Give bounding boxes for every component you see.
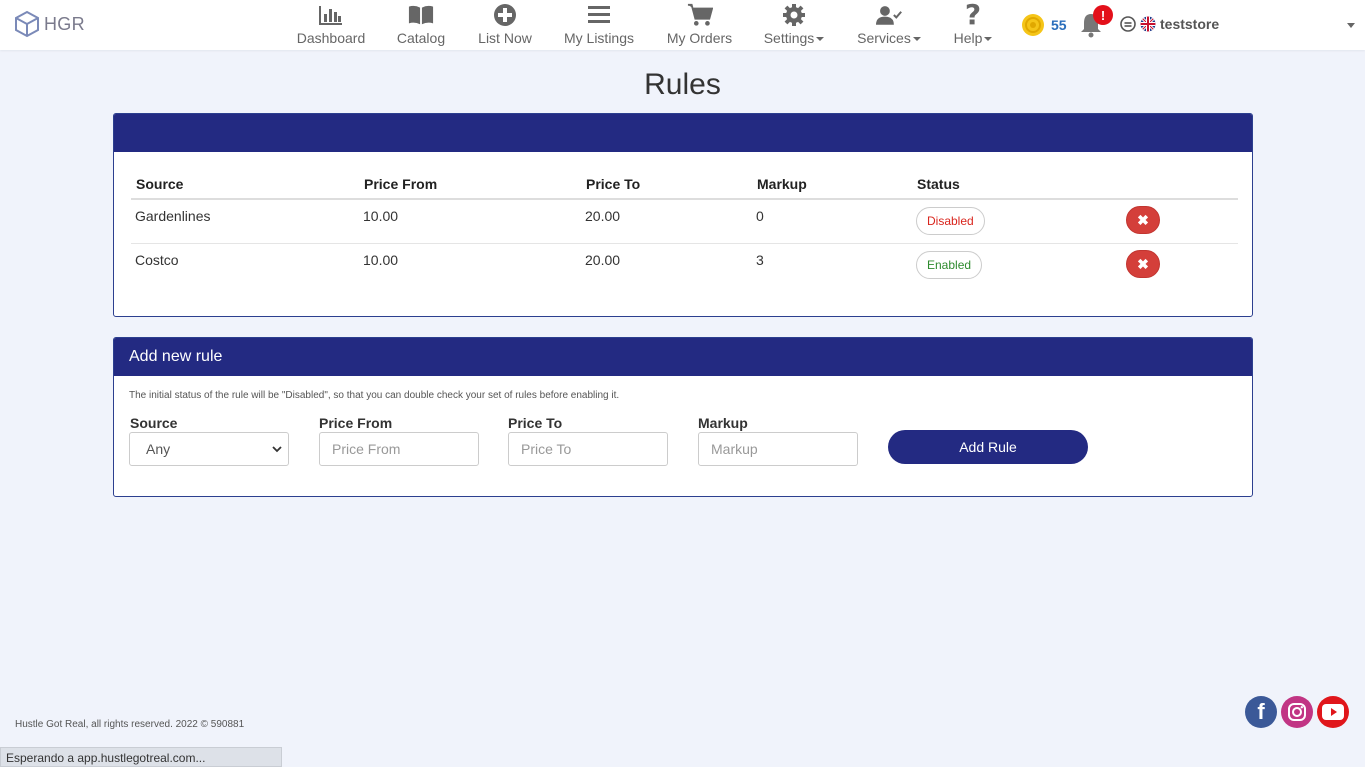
table-row: Costco 10.00 20.00 3 Enabled ✖	[131, 244, 1238, 288]
nav-label: Help	[954, 30, 993, 46]
brand-logo[interactable]: HGR	[14, 10, 85, 38]
cell-status: Disabled	[912, 199, 1122, 244]
nav-label: Settings	[764, 30, 825, 46]
instagram-icon	[1288, 703, 1306, 721]
user-menu[interactable]: teststore	[1120, 16, 1219, 32]
add-rule-panel-title: Add new rule	[114, 338, 1252, 376]
column-header-markup: Markup	[752, 169, 912, 200]
username: teststore	[1160, 16, 1220, 32]
cell-actions: ✖	[1122, 244, 1238, 288]
table-header-row: Source Price From Price To Markup Status	[131, 169, 1238, 200]
cell-source: Costco	[135, 252, 179, 268]
nav-list-now[interactable]: List Now	[477, 2, 533, 48]
nav-settings[interactable]: Settings	[763, 2, 825, 48]
plus-circle-icon	[492, 2, 518, 28]
coin-count: 55	[1051, 17, 1067, 33]
column-header-price-to: Price To	[581, 169, 752, 200]
currency-e-icon	[1120, 16, 1136, 32]
markup-label: Markup	[698, 415, 748, 431]
brand-name: HGR	[44, 13, 85, 34]
caret-down-icon	[912, 37, 921, 42]
page-title: Rules	[644, 68, 721, 101]
cell-price-from: 10.00	[363, 252, 399, 268]
cell-markup: 3	[756, 252, 764, 268]
caret-down-icon	[984, 37, 993, 42]
facebook-icon: f	[1257, 699, 1265, 724]
source-label: Source	[130, 415, 178, 431]
youtube-icon	[1322, 704, 1344, 720]
user-check-icon	[876, 2, 902, 28]
nav-label: Services	[857, 30, 921, 46]
nav-my-listings[interactable]: My Listings	[563, 2, 635, 48]
list-icon	[586, 2, 612, 28]
gear-icon	[781, 2, 807, 28]
price-to-input[interactable]: Price To	[508, 432, 668, 466]
add-rule-note: The initial status of the rule will be "…	[129, 390, 620, 401]
column-header-source: Source	[131, 169, 359, 200]
nav-label: My Orders	[666, 30, 733, 46]
coin-balance[interactable]: 55	[1021, 13, 1067, 37]
markup-input[interactable]: Markup	[698, 432, 858, 466]
source-selected-value: Any	[146, 441, 171, 457]
price-from-input[interactable]: Price From	[319, 432, 479, 466]
nav-catalog[interactable]: Catalog	[396, 2, 446, 48]
browser-status-bar: Esperando a app.hustlegotreal.com...	[0, 747, 282, 767]
cell-markup: 0	[752, 199, 912, 244]
youtube-link[interactable]	[1317, 696, 1349, 728]
notification-badge: !	[1093, 5, 1113, 25]
column-header-status: Status	[912, 169, 1122, 200]
book-icon	[408, 2, 434, 28]
add-rule-button[interactable]: Add Rule	[888, 430, 1088, 464]
cell-source: Gardenlines	[131, 199, 359, 244]
cell-actions: ✖	[1122, 199, 1238, 244]
rules-table: Source Price From Price To Markup Status…	[131, 169, 1238, 287]
price-from-label: Price From	[319, 415, 393, 431]
cube-logo-icon	[15, 10, 39, 38]
nav-dashboard[interactable]: Dashboard	[296, 2, 366, 48]
cell-price-from: 10.00	[359, 199, 581, 244]
status-toggle-button[interactable]: Enabled	[916, 251, 983, 279]
status-toggle-button[interactable]: Disabled	[916, 207, 985, 235]
question-icon: ?	[964, 0, 982, 31]
nav-services[interactable]: Services	[856, 2, 922, 48]
top-navbar: HGR Dashboard Catalog List Now My Listin…	[0, 0, 1365, 50]
cell-status: Enabled	[912, 244, 1122, 288]
rules-panel-header	[114, 114, 1252, 152]
cart-icon	[687, 2, 713, 28]
cell-price-to: 20.00	[585, 252, 621, 268]
column-header-price-from: Price From	[359, 169, 581, 200]
uk-flag-icon	[1140, 16, 1156, 32]
bar-chart-icon	[318, 2, 344, 28]
close-icon: ✖	[1137, 255, 1149, 272]
price-to-label: Price To	[508, 415, 563, 431]
cell-price-to: 20.00	[581, 199, 752, 244]
nav-help[interactable]: ? Help	[952, 0, 994, 48]
close-icon: ✖	[1137, 211, 1149, 228]
nav-label: Dashboard	[296, 30, 366, 46]
coin-icon	[1022, 14, 1044, 36]
source-select[interactable]: Any	[129, 432, 289, 466]
footer-copyright: Hustle Got Real, all rights reserved. 20…	[15, 719, 245, 730]
nav-label: List Now	[478, 30, 532, 46]
instagram-link[interactable]	[1281, 696, 1313, 728]
caret-down-icon	[816, 37, 825, 42]
chevron-down-icon	[272, 446, 282, 453]
facebook-link[interactable]: f	[1245, 696, 1277, 728]
column-header-actions	[1122, 169, 1238, 200]
nav-my-orders[interactable]: My Orders	[666, 2, 733, 48]
add-rule-panel: Add new rule The initial status of the r…	[113, 337, 1253, 497]
nav-label: My Listings	[563, 30, 635, 46]
user-dropdown-caret-icon[interactable]	[1347, 23, 1355, 28]
table-row: Gardenlines 10.00 20.00 0 Disabled ✖	[131, 199, 1238, 244]
delete-rule-button[interactable]: ✖	[1126, 206, 1160, 234]
rules-panel: Source Price From Price To Markup Status…	[113, 113, 1253, 317]
nav-label: Catalog	[396, 30, 446, 46]
delete-rule-button[interactable]: ✖	[1126, 250, 1160, 278]
